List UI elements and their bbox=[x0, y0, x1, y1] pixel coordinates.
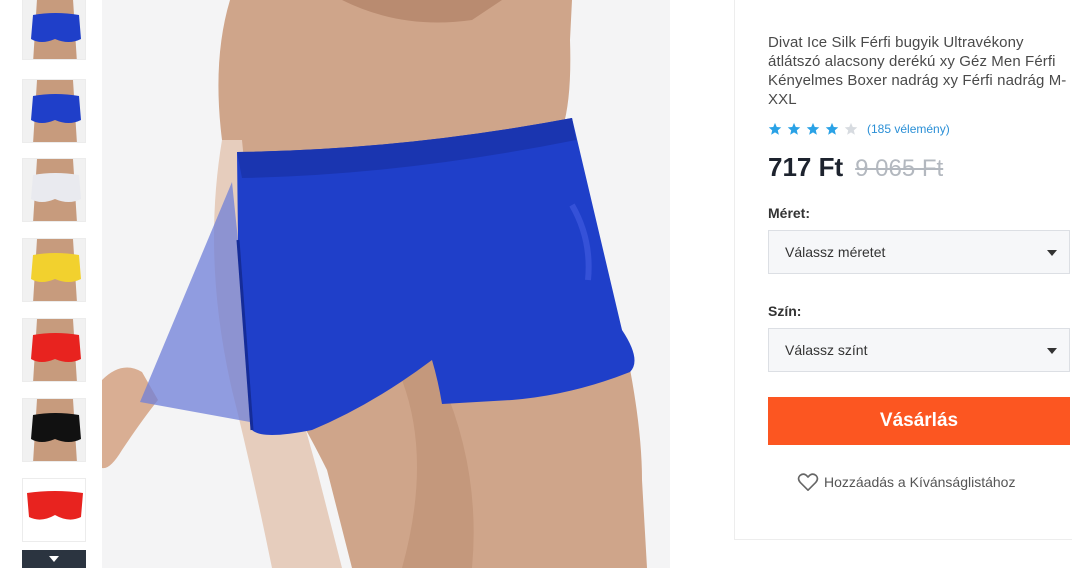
main-product-image[interactable] bbox=[102, 0, 670, 568]
thumbnail-image bbox=[23, 159, 85, 221]
current-price: 717 Ft bbox=[768, 152, 844, 182]
color-select-value: Válassz színt bbox=[785, 342, 868, 358]
thumb-blue-back[interactable] bbox=[22, 79, 86, 143]
caret-down-icon bbox=[1047, 348, 1057, 354]
star-filled-icon bbox=[806, 122, 820, 135]
size-select-value: Válassz méretet bbox=[785, 244, 886, 260]
star-empty-icon bbox=[844, 122, 858, 135]
thumbnail-image bbox=[23, 239, 85, 301]
star-filled-icon bbox=[825, 122, 839, 135]
original-price: 9 065 Ft bbox=[855, 155, 944, 182]
thumbnail-image bbox=[23, 479, 85, 541]
star-rating bbox=[768, 122, 863, 136]
size-label: Méret: bbox=[768, 205, 811, 221]
thumbnail-image bbox=[23, 399, 85, 461]
price-row: 717 Ft 9 065 Ft bbox=[768, 152, 943, 183]
thumb-black[interactable] bbox=[22, 398, 86, 462]
product-photo bbox=[102, 0, 670, 568]
product-info-panel: Divat Ice Silk Férfi bugyik Ultravékony … bbox=[734, 0, 1072, 540]
buy-button[interactable]: Vásárlás bbox=[768, 397, 1070, 445]
color-select[interactable]: Válassz színt bbox=[768, 328, 1070, 372]
rating-row: (185 vélemény) bbox=[768, 122, 950, 136]
add-to-wishlist-button[interactable]: Hozzáadás a Kívánságlistához bbox=[797, 472, 1015, 492]
heart-icon bbox=[797, 473, 819, 491]
thumbnail-image bbox=[23, 0, 85, 59]
star-filled-icon bbox=[768, 122, 782, 135]
wishlist-label: Hozzáadás a Kívánságlistához bbox=[824, 474, 1016, 490]
chevron-down-icon bbox=[49, 556, 59, 562]
thumb-red-flat[interactable] bbox=[22, 478, 86, 542]
thumb-yellow[interactable] bbox=[22, 238, 86, 302]
thumb-white[interactable] bbox=[22, 158, 86, 222]
thumb-red[interactable] bbox=[22, 318, 86, 382]
product-title: Divat Ice Silk Férfi bugyik Ultravékony … bbox=[768, 34, 1067, 108]
thumb-blue-side[interactable] bbox=[22, 0, 86, 60]
color-label: Szín: bbox=[768, 303, 802, 319]
thumbnail-scroll-down-button[interactable] bbox=[22, 550, 86, 568]
star-filled-icon bbox=[787, 122, 801, 135]
thumbnail-image bbox=[23, 319, 85, 381]
caret-down-icon bbox=[1047, 250, 1057, 256]
size-select[interactable]: Válassz méretet bbox=[768, 230, 1070, 274]
thumbnail-image bbox=[23, 80, 85, 142]
reviews-link[interactable]: (185 vélemény) bbox=[867, 122, 950, 136]
